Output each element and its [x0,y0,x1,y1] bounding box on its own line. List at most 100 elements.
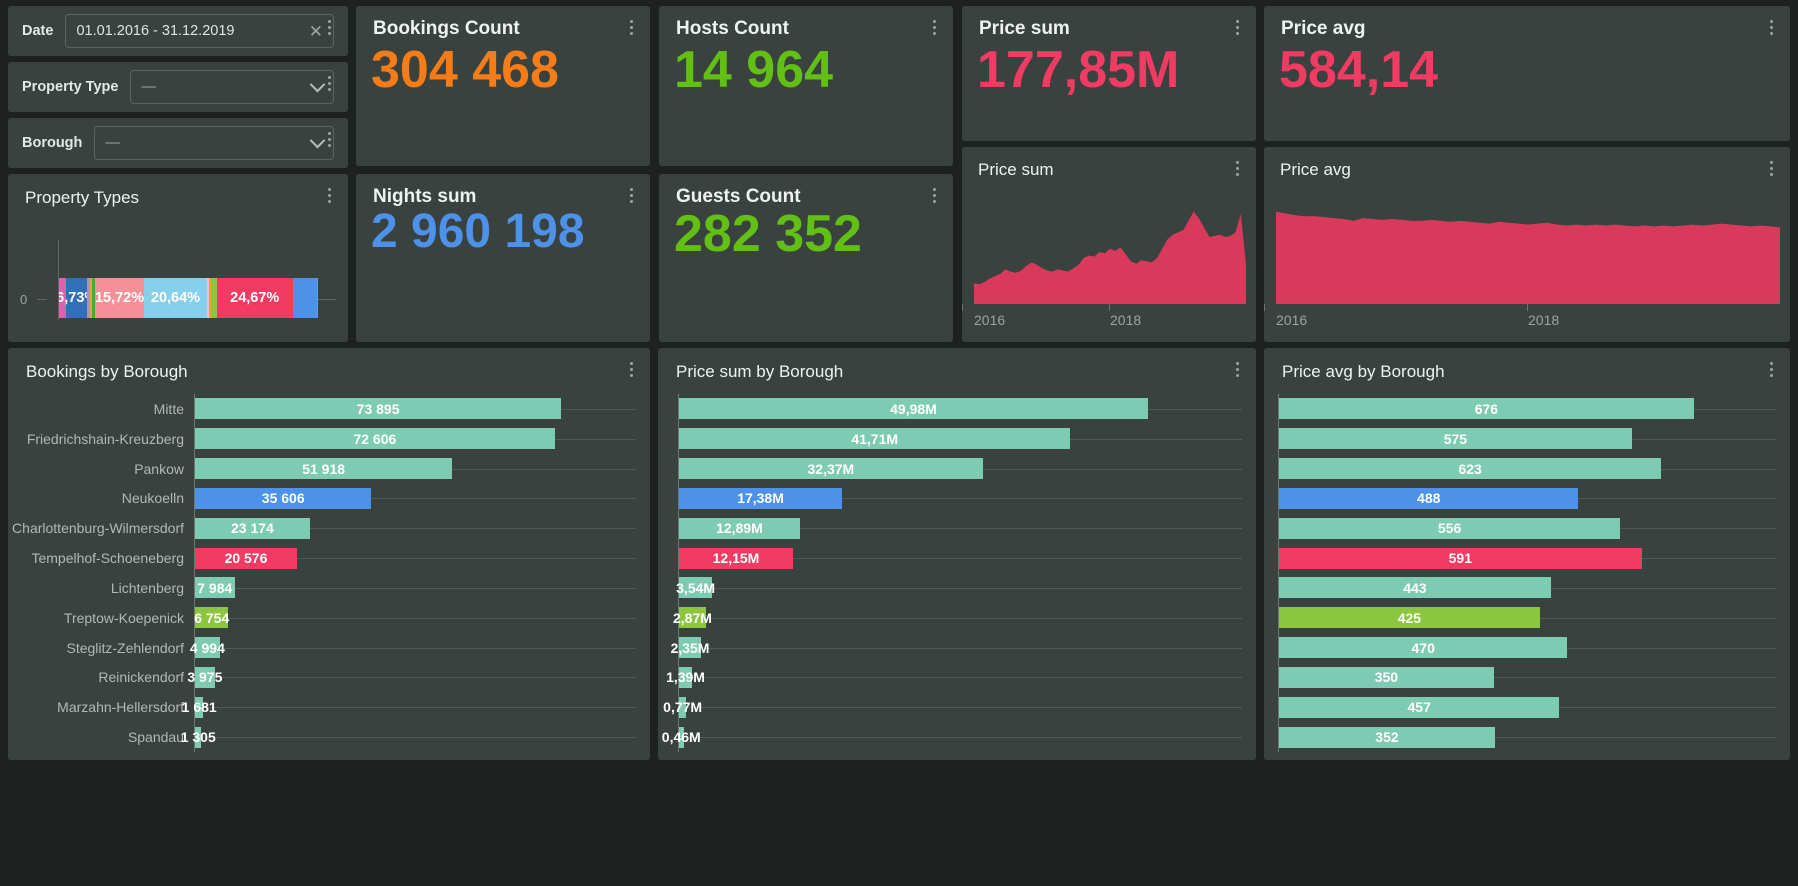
bar[interactable]: 23 174 [195,517,310,539]
bar[interactable]: 575 [1279,428,1632,450]
property-type-value: — [141,79,156,95]
bar[interactable]: 1 681 [182,696,217,718]
table-row: 352 [1279,722,1776,752]
gridline [679,617,1242,619]
panel-menu-button[interactable] [624,20,638,40]
panel-menu-button[interactable] [1230,362,1244,382]
sparkline-tick-mark [962,304,963,311]
gridline [679,587,1242,589]
category-label: Neukoelln [121,490,184,507]
bar-value-label: 73 895 [356,400,400,417]
close-icon[interactable]: ✕ [303,23,323,40]
bar[interactable]: 2,35M [671,637,709,659]
kpi-panel-hosts-count: Hosts Count 14 964 [659,6,953,166]
property-type-segment[interactable] [292,278,317,318]
bar[interactable]: 17,38M [679,487,843,509]
bar[interactable]: 470 [1279,637,1568,659]
bar[interactable]: 488 [1279,487,1579,509]
sparkline-chart[interactable] [1276,195,1780,304]
bar[interactable]: 72 606 [195,428,555,450]
bar[interactable]: 556 [1279,517,1621,539]
table-row: 4 994 [190,633,636,663]
property-type-segment[interactable]: 20,64% [143,278,208,318]
panel-menu-button[interactable] [624,362,638,382]
kpi-value: 177,85M [977,41,1180,99]
bar[interactable]: 49,98M [679,398,1148,420]
segment-label: 24,67% [230,290,280,306]
property-type-select[interactable]: — [130,70,334,104]
bar[interactable]: 35 606 [195,487,372,509]
axis-zero-label: 0 [20,292,28,307]
bar[interactable]: 0,77M [663,696,702,718]
bar[interactable]: 51 918 [195,458,453,480]
panel-menu-button[interactable] [624,188,638,208]
property-types-stacked-bar[interactable]: 6,73% 15,72% 20,64% 24,67% [59,278,318,318]
panel-menu-button[interactable] [1764,161,1778,181]
property-type-segment[interactable] [316,278,318,318]
panel-menu-button[interactable] [927,20,941,40]
bar[interactable]: 3 975 [187,666,222,688]
bar[interactable]: 73 895 [195,398,562,420]
bar[interactable]: 12,15M [679,547,793,569]
bar-value-label: 3,54M [676,579,716,596]
bar[interactable]: 2,87M [673,607,712,629]
bar-value-label: 676 [1474,400,1499,417]
panel-menu-button[interactable] [927,188,941,208]
bar[interactable]: 443 [1279,577,1551,599]
panel-menu-button[interactable] [1230,161,1244,181]
bar-value-label: 20 576 [224,550,268,567]
bar-value-label: 443 [1403,579,1427,596]
panel-menu-button[interactable] [1764,362,1778,382]
panel-menu-button[interactable] [322,188,336,208]
kpi-title: Bookings Count [373,18,520,39]
table-row: 32,37M [679,454,1242,484]
panel-menu-button[interactable] [322,76,336,96]
sparkline-chart[interactable] [974,195,1246,304]
filter-panel-property-type: Property Type — [8,62,348,112]
gridline [195,617,636,619]
bar-rows: 73 895 72 606 51 918 35 606 23 174 20 576 7 98… [181,394,636,752]
bar[interactable]: 20 576 [195,547,297,569]
bar[interactable]: 350 [1279,666,1494,688]
bar[interactable]: 352 [1279,726,1495,748]
borough-select[interactable]: — [94,126,334,160]
bar[interactable]: 12,89M [679,517,800,539]
bar-value-label: 1 681 [181,699,217,716]
axis-tick [37,299,47,300]
property-type-segment[interactable]: 15,72% [95,278,144,318]
table-row: 591 [1279,543,1776,573]
bar-value-label: 0,77M [663,699,703,716]
kpi-title: Hosts Count [676,18,789,39]
bar[interactable]: 425 [1279,607,1540,629]
property-type-segment[interactable]: 24,67% [216,278,293,318]
panel-menu-button[interactable] [1764,20,1778,40]
bar[interactable]: 1,39M [666,666,705,688]
bar[interactable]: 41,71M [679,428,1071,450]
bar[interactable]: 6 754 [194,607,229,629]
gridline [195,707,636,709]
property-type-segment[interactable]: 6,73% [59,278,97,318]
table-row: 7 984 [195,573,636,603]
panel-menu-button[interactable] [322,20,336,40]
gridline [679,647,1242,649]
chart-plot-area: 49,98M 41,71M 32,37M 17,38M 12,89M 12,15M 3,54… [662,394,1256,752]
bar[interactable]: 591 [1279,547,1642,569]
property-types-title: Property Types [25,188,140,207]
bar[interactable]: 623 [1279,458,1662,480]
table-row: 2,35M [671,633,1242,663]
bar[interactable]: 32,37M [679,458,983,480]
date-range-input[interactable]: 01.01.2016 - 31.12.2019 ✕ [65,14,334,48]
bar[interactable]: 457 [1279,696,1560,718]
bar[interactable]: 7 984 [195,577,235,599]
table-row: 35 606 [195,483,636,513]
bar[interactable]: 0,46M [662,726,701,748]
bar[interactable]: 676 [1279,398,1694,420]
filter-panel-date: Date 01.01.2016 - 31.12.2019 ✕ [8,6,348,56]
bar[interactable]: 4 994 [190,637,225,659]
sparkline-tick-label: 2018 [1110,312,1142,328]
chart-body: Mitte Friedrichshain-Kreuzberg Pankow Neuko… [8,394,650,752]
panel-menu-button[interactable] [322,132,336,152]
bar[interactable]: 1 305 [181,726,216,748]
panel-menu-button[interactable] [1230,20,1244,40]
bar[interactable]: 3,54M [676,577,716,599]
